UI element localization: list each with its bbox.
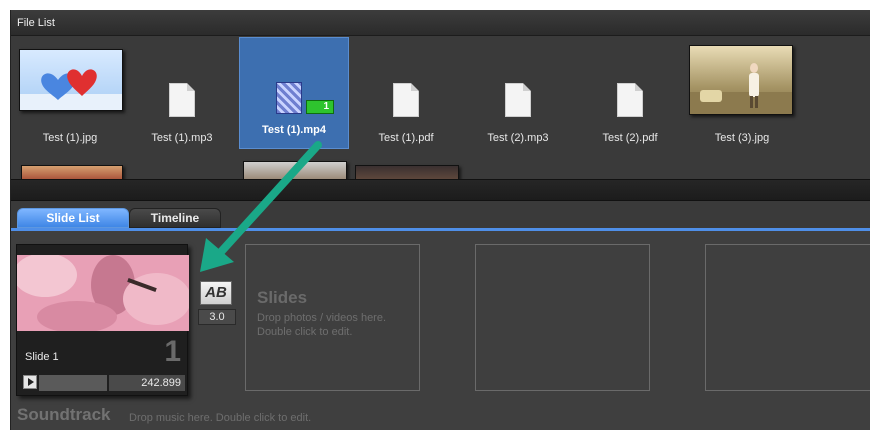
document-icon bbox=[393, 83, 419, 117]
food-photo-thumbnail[interactable] bbox=[21, 165, 123, 179]
app-window: File List Test (1).jpg Test (1).mp3 1 Te… bbox=[10, 10, 870, 430]
face-photo-thumbnail[interactable] bbox=[355, 165, 459, 179]
video-file-icon bbox=[276, 82, 302, 114]
file-list-panel: Test (1).jpg Test (1).mp3 1 Test (1).mp4… bbox=[11, 37, 870, 179]
slide-placeholder[interactable] bbox=[475, 244, 650, 391]
file-name: Test (1).mp3 bbox=[151, 132, 213, 144]
document-icon bbox=[505, 83, 531, 117]
file-item-test3-jpg[interactable]: Test (3).jpg bbox=[687, 45, 797, 149]
tab-slide-list[interactable]: Slide List bbox=[17, 208, 129, 228]
file-item-test1-jpg[interactable]: Test (1).jpg bbox=[15, 47, 125, 149]
file-item-test1-pdf[interactable]: Test (1).pdf bbox=[351, 47, 461, 149]
placeholder-hint-2: Double click to edit. bbox=[257, 326, 353, 338]
transition-duration[interactable]: 3.0 bbox=[198, 309, 236, 325]
hearts-thumbnail bbox=[19, 49, 123, 111]
tab-timeline[interactable]: Timeline bbox=[129, 208, 221, 228]
slide-placeholder[interactable]: Slides Drop photos / videos here. Double… bbox=[245, 244, 420, 391]
file-name: Test (1).mp4 bbox=[262, 124, 326, 136]
soundtrack-area[interactable]: Soundtrack Drop music here. Double click… bbox=[11, 402, 870, 430]
slide-number: 1 bbox=[164, 335, 181, 368]
video-frame-image bbox=[17, 255, 189, 331]
panel-splitter[interactable] bbox=[11, 179, 870, 201]
file-name: Test (1).pdf bbox=[378, 132, 434, 144]
file-item-test2-mp3[interactable]: Test (2).mp3 bbox=[463, 47, 573, 149]
soundtrack-title: Soundtrack bbox=[17, 405, 111, 424]
file-name: Test (2).pdf bbox=[602, 132, 658, 144]
slide-thumbnail bbox=[17, 255, 189, 331]
file-name: Test (1).jpg bbox=[42, 132, 98, 144]
file-name: Test (3).jpg bbox=[714, 132, 770, 144]
file-item-test1-mp4[interactable]: 1 Test (1).mp4 bbox=[239, 37, 349, 149]
placeholder-hint-1: Drop photos / videos here. bbox=[257, 312, 387, 324]
photo-thumbnail bbox=[689, 45, 793, 115]
hearts-image-icon bbox=[20, 69, 122, 110]
document-icon bbox=[617, 83, 643, 117]
file-list-title: File List bbox=[17, 17, 55, 29]
slide-duration[interactable]: 242.899 bbox=[109, 375, 185, 391]
drag-count-badge: 1 bbox=[306, 100, 334, 114]
slide-placeholder[interactable] bbox=[705, 244, 870, 391]
file-item-test2-pdf[interactable]: Test (2).pdf bbox=[575, 47, 685, 149]
room-photo-thumbnail[interactable] bbox=[243, 161, 347, 179]
file-list-header: File List bbox=[11, 10, 870, 36]
slide-card[interactable]: 1 Slide 1 242.899 bbox=[16, 244, 189, 396]
document-icon bbox=[169, 83, 195, 117]
slide-list-panel: 1 Slide 1 242.899 AB 3.0 Slides Drop pho… bbox=[11, 231, 870, 430]
transition-icon[interactable]: AB bbox=[200, 281, 232, 305]
play-icon[interactable] bbox=[23, 375, 37, 389]
slide-label: Slide 1 bbox=[25, 351, 59, 363]
slide-progress-bar bbox=[39, 375, 107, 391]
placeholder-title: Slides bbox=[257, 288, 308, 307]
soundtrack-hint: Drop music here. Double click to edit. bbox=[129, 412, 312, 424]
file-name: Test (2).mp3 bbox=[487, 132, 549, 144]
file-item-test1-mp3[interactable]: Test (1).mp3 bbox=[127, 47, 237, 149]
person-photo-icon bbox=[690, 63, 792, 114]
